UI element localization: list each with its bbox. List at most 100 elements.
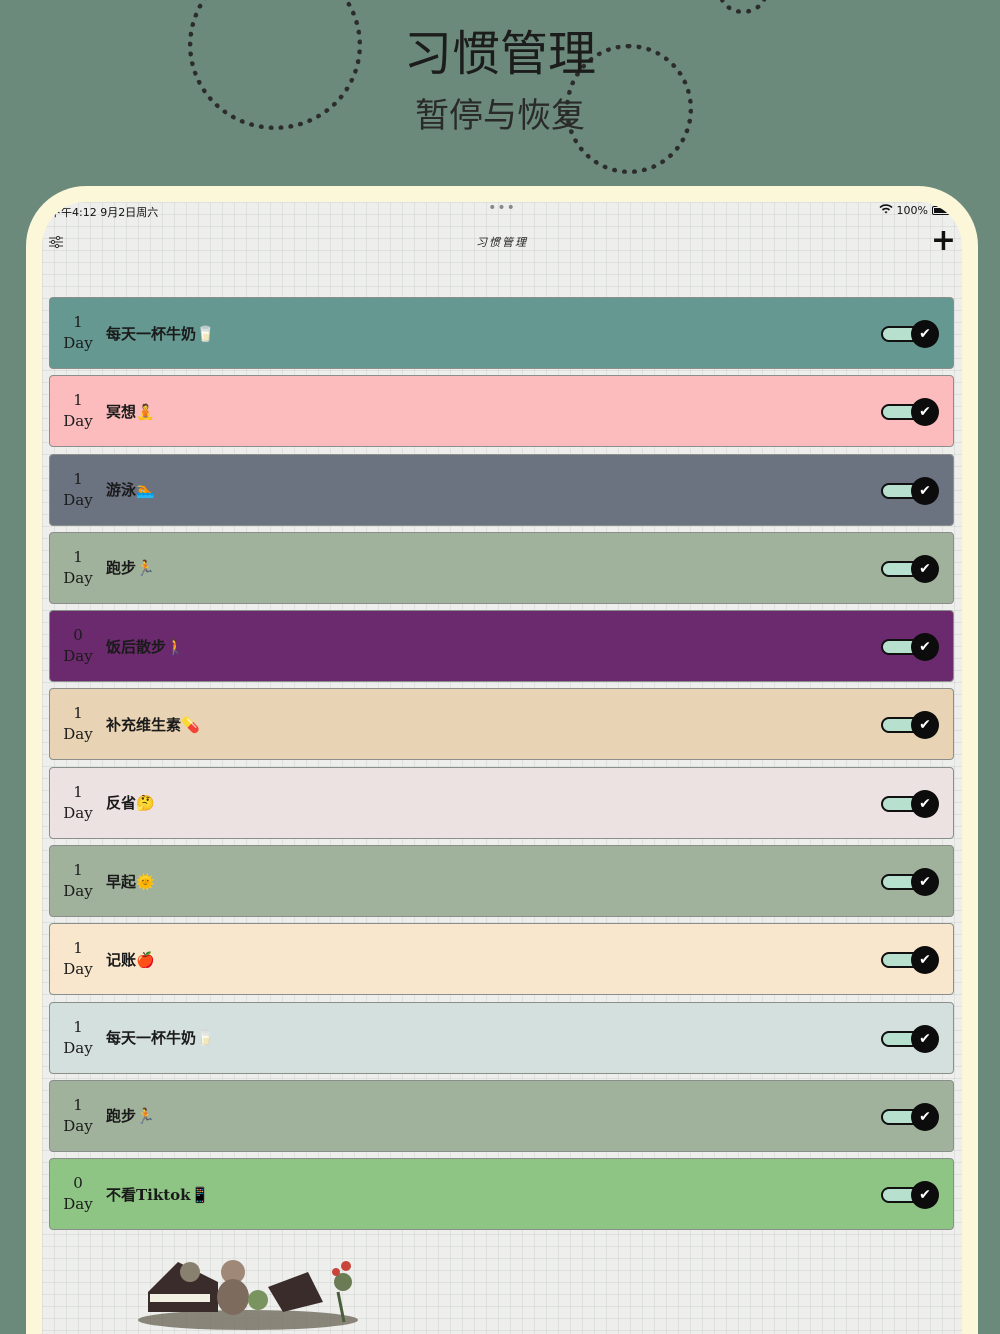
streak-unit: Day — [63, 412, 93, 431]
animal-band-illustration — [108, 1242, 368, 1332]
streak-count: 0 — [73, 626, 83, 645]
habit-streak: 1 Day — [50, 390, 106, 432]
add-habit-button[interactable]: + — [931, 226, 956, 256]
checkmark-icon: ✔ — [911, 398, 939, 427]
habit-name: 早起🌞 — [106, 872, 155, 891]
habit-row[interactable]: 1 Day 早起🌞 ✔ — [49, 845, 954, 918]
habit-streak: 0 Day — [50, 1173, 106, 1215]
habit-row[interactable]: 0 Day 饭后散步🚶 ✔ — [49, 610, 954, 683]
streak-count: 1 — [73, 861, 83, 880]
habit-toggle[interactable]: ✔ — [881, 711, 939, 740]
checkmark-icon: ✔ — [911, 320, 939, 348]
checkmark-icon: ✔ — [911, 554, 939, 583]
checkmark-icon: ✔ — [911, 868, 939, 897]
streak-count: 1 — [73, 939, 83, 958]
streak-unit: Day — [63, 334, 93, 352]
streak-count: 1 — [73, 1095, 83, 1114]
streak-unit: Day — [63, 725, 93, 744]
habit-row[interactable]: 1 Day 补充维生素💊 ✔ — [49, 688, 954, 761]
streak-count: 1 — [73, 313, 83, 331]
streak-count: 1 — [73, 782, 83, 801]
nav-title: 习惯管理 — [476, 236, 528, 249]
habit-row[interactable]: 1 Day 反省🤔 ✔ — [49, 766, 954, 839]
habit-row[interactable]: 1 Day 游泳🏊 ✔ — [49, 453, 954, 526]
habit-streak: 0 Day — [50, 625, 106, 667]
habit-row[interactable]: 0 Day 不看Tiktok📱 ✔ — [49, 1158, 954, 1231]
habit-streak: 1 Day — [50, 703, 106, 745]
checkmark-icon: ✔ — [911, 789, 939, 818]
habit-row[interactable]: 1 Day 记账🍎 ✔ — [49, 923, 954, 996]
habit-row[interactable]: 1 Day 跑步🏃 ✔ — [49, 1079, 954, 1152]
habit-streak: 1 Day — [50, 860, 106, 902]
habit-name: 不看Tiktok📱 — [106, 1185, 210, 1204]
streak-unit: Day — [63, 1038, 93, 1057]
habit-toggle[interactable]: ✔ — [881, 320, 939, 348]
device-frame: 下午4:12 9月2日周六 ••• 100% 习惯管理 + 1 Day 每天一杯… — [26, 186, 978, 1334]
habit-streak: 1 Day — [50, 547, 106, 589]
multitasking-dots[interactable]: ••• — [488, 202, 516, 216]
navigation-bar: 习惯管理 + — [42, 226, 962, 258]
habit-streak: 1 Day — [50, 1017, 106, 1059]
habit-name: 跑步🏃 — [106, 559, 155, 578]
checkmark-icon: ✔ — [911, 946, 939, 975]
promo-subtitle: 暂停与恢复 — [415, 96, 585, 136]
app-screen: 下午4:12 9月2日周六 ••• 100% 习惯管理 + 1 Day 每天一杯… — [42, 202, 962, 1334]
habit-row[interactable]: 1 Day 跑步🏃 ✔ — [49, 531, 954, 604]
habit-name: 记账🍎 — [106, 950, 155, 969]
promo-title: 习惯管理 — [403, 26, 596, 82]
habit-streak: 1 Day — [50, 469, 106, 511]
streak-unit: Day — [63, 490, 93, 509]
habit-toggle[interactable]: ✔ — [881, 1102, 939, 1131]
status-right: 100% — [878, 204, 952, 217]
status-bar: 下午4:12 9月2日周六 ••• 100% — [42, 202, 962, 222]
habit-toggle[interactable]: ✔ — [881, 1024, 939, 1053]
streak-count: 1 — [73, 704, 83, 723]
habit-name: 冥想🧘 — [106, 402, 155, 421]
habit-name: 跑步🏃 — [106, 1107, 155, 1126]
checkmark-icon: ✔ — [911, 1102, 939, 1131]
battery-icon — [932, 206, 952, 215]
habit-streak: 1 Day — [50, 782, 106, 824]
habit-name: 每天一杯牛奶🥛 — [106, 324, 215, 343]
habit-toggle[interactable]: ✔ — [881, 476, 939, 505]
streak-unit: Day — [63, 960, 93, 979]
streak-count: 1 — [73, 1017, 83, 1036]
checkmark-icon: ✔ — [911, 476, 939, 505]
habit-name: 反省🤔 — [106, 794, 155, 813]
habit-toggle[interactable]: ✔ — [881, 633, 939, 662]
streak-unit: Day — [63, 647, 93, 666]
habit-streak: 1 Day — [50, 312, 106, 354]
habit-list: 1 Day 每天一杯牛奶🥛 ✔ 1 Day 冥想🧘 ✔ 1 Day 游泳🏊 ✔ 1 Day 跑步🏃 ✔ 0 Day… — [49, 297, 954, 1237]
habit-row[interactable]: 1 Day 每天一杯牛奶🥛 ✔ — [49, 1001, 954, 1074]
streak-count: 0 — [73, 1174, 83, 1193]
streak-count: 1 — [73, 391, 83, 410]
habit-toggle[interactable]: ✔ — [881, 554, 939, 583]
checkmark-icon: ✔ — [911, 711, 939, 740]
habit-toggle[interactable]: ✔ — [881, 868, 939, 897]
habit-streak: 1 Day — [50, 938, 106, 980]
streak-unit: Day — [63, 1116, 93, 1135]
habit-toggle[interactable]: ✔ — [881, 398, 939, 427]
status-time: 下午4:12 9月2日周六 — [50, 206, 159, 219]
habit-streak: 1 Day — [50, 1095, 106, 1137]
habit-toggle[interactable]: ✔ — [881, 1181, 939, 1210]
habit-toggle[interactable]: ✔ — [881, 946, 939, 975]
habit-toggle[interactable]: ✔ — [881, 789, 939, 818]
wifi-icon — [878, 204, 893, 217]
habit-row[interactable]: 1 Day 每天一杯牛奶🥛 ✔ — [49, 297, 954, 369]
checkmark-icon: ✔ — [911, 1024, 939, 1053]
streak-count: 1 — [73, 547, 83, 566]
streak-count: 1 — [73, 469, 83, 488]
checkmark-icon: ✔ — [911, 1181, 939, 1210]
streak-unit: Day — [63, 882, 93, 901]
streak-unit: Day — [63, 803, 93, 822]
streak-unit: Day — [63, 568, 93, 587]
habit-name: 游泳🏊 — [106, 481, 155, 500]
habit-name: 每天一杯牛奶🥛 — [106, 1029, 215, 1048]
battery-percentage: 100% — [896, 204, 928, 217]
decorative-circle-top — [718, 0, 768, 14]
habit-name: 补充维生素💊 — [106, 715, 200, 734]
checkmark-icon: ✔ — [911, 633, 939, 662]
habit-name: 饭后散步🚶 — [106, 637, 185, 656]
habit-row[interactable]: 1 Day 冥想🧘 ✔ — [49, 375, 954, 448]
